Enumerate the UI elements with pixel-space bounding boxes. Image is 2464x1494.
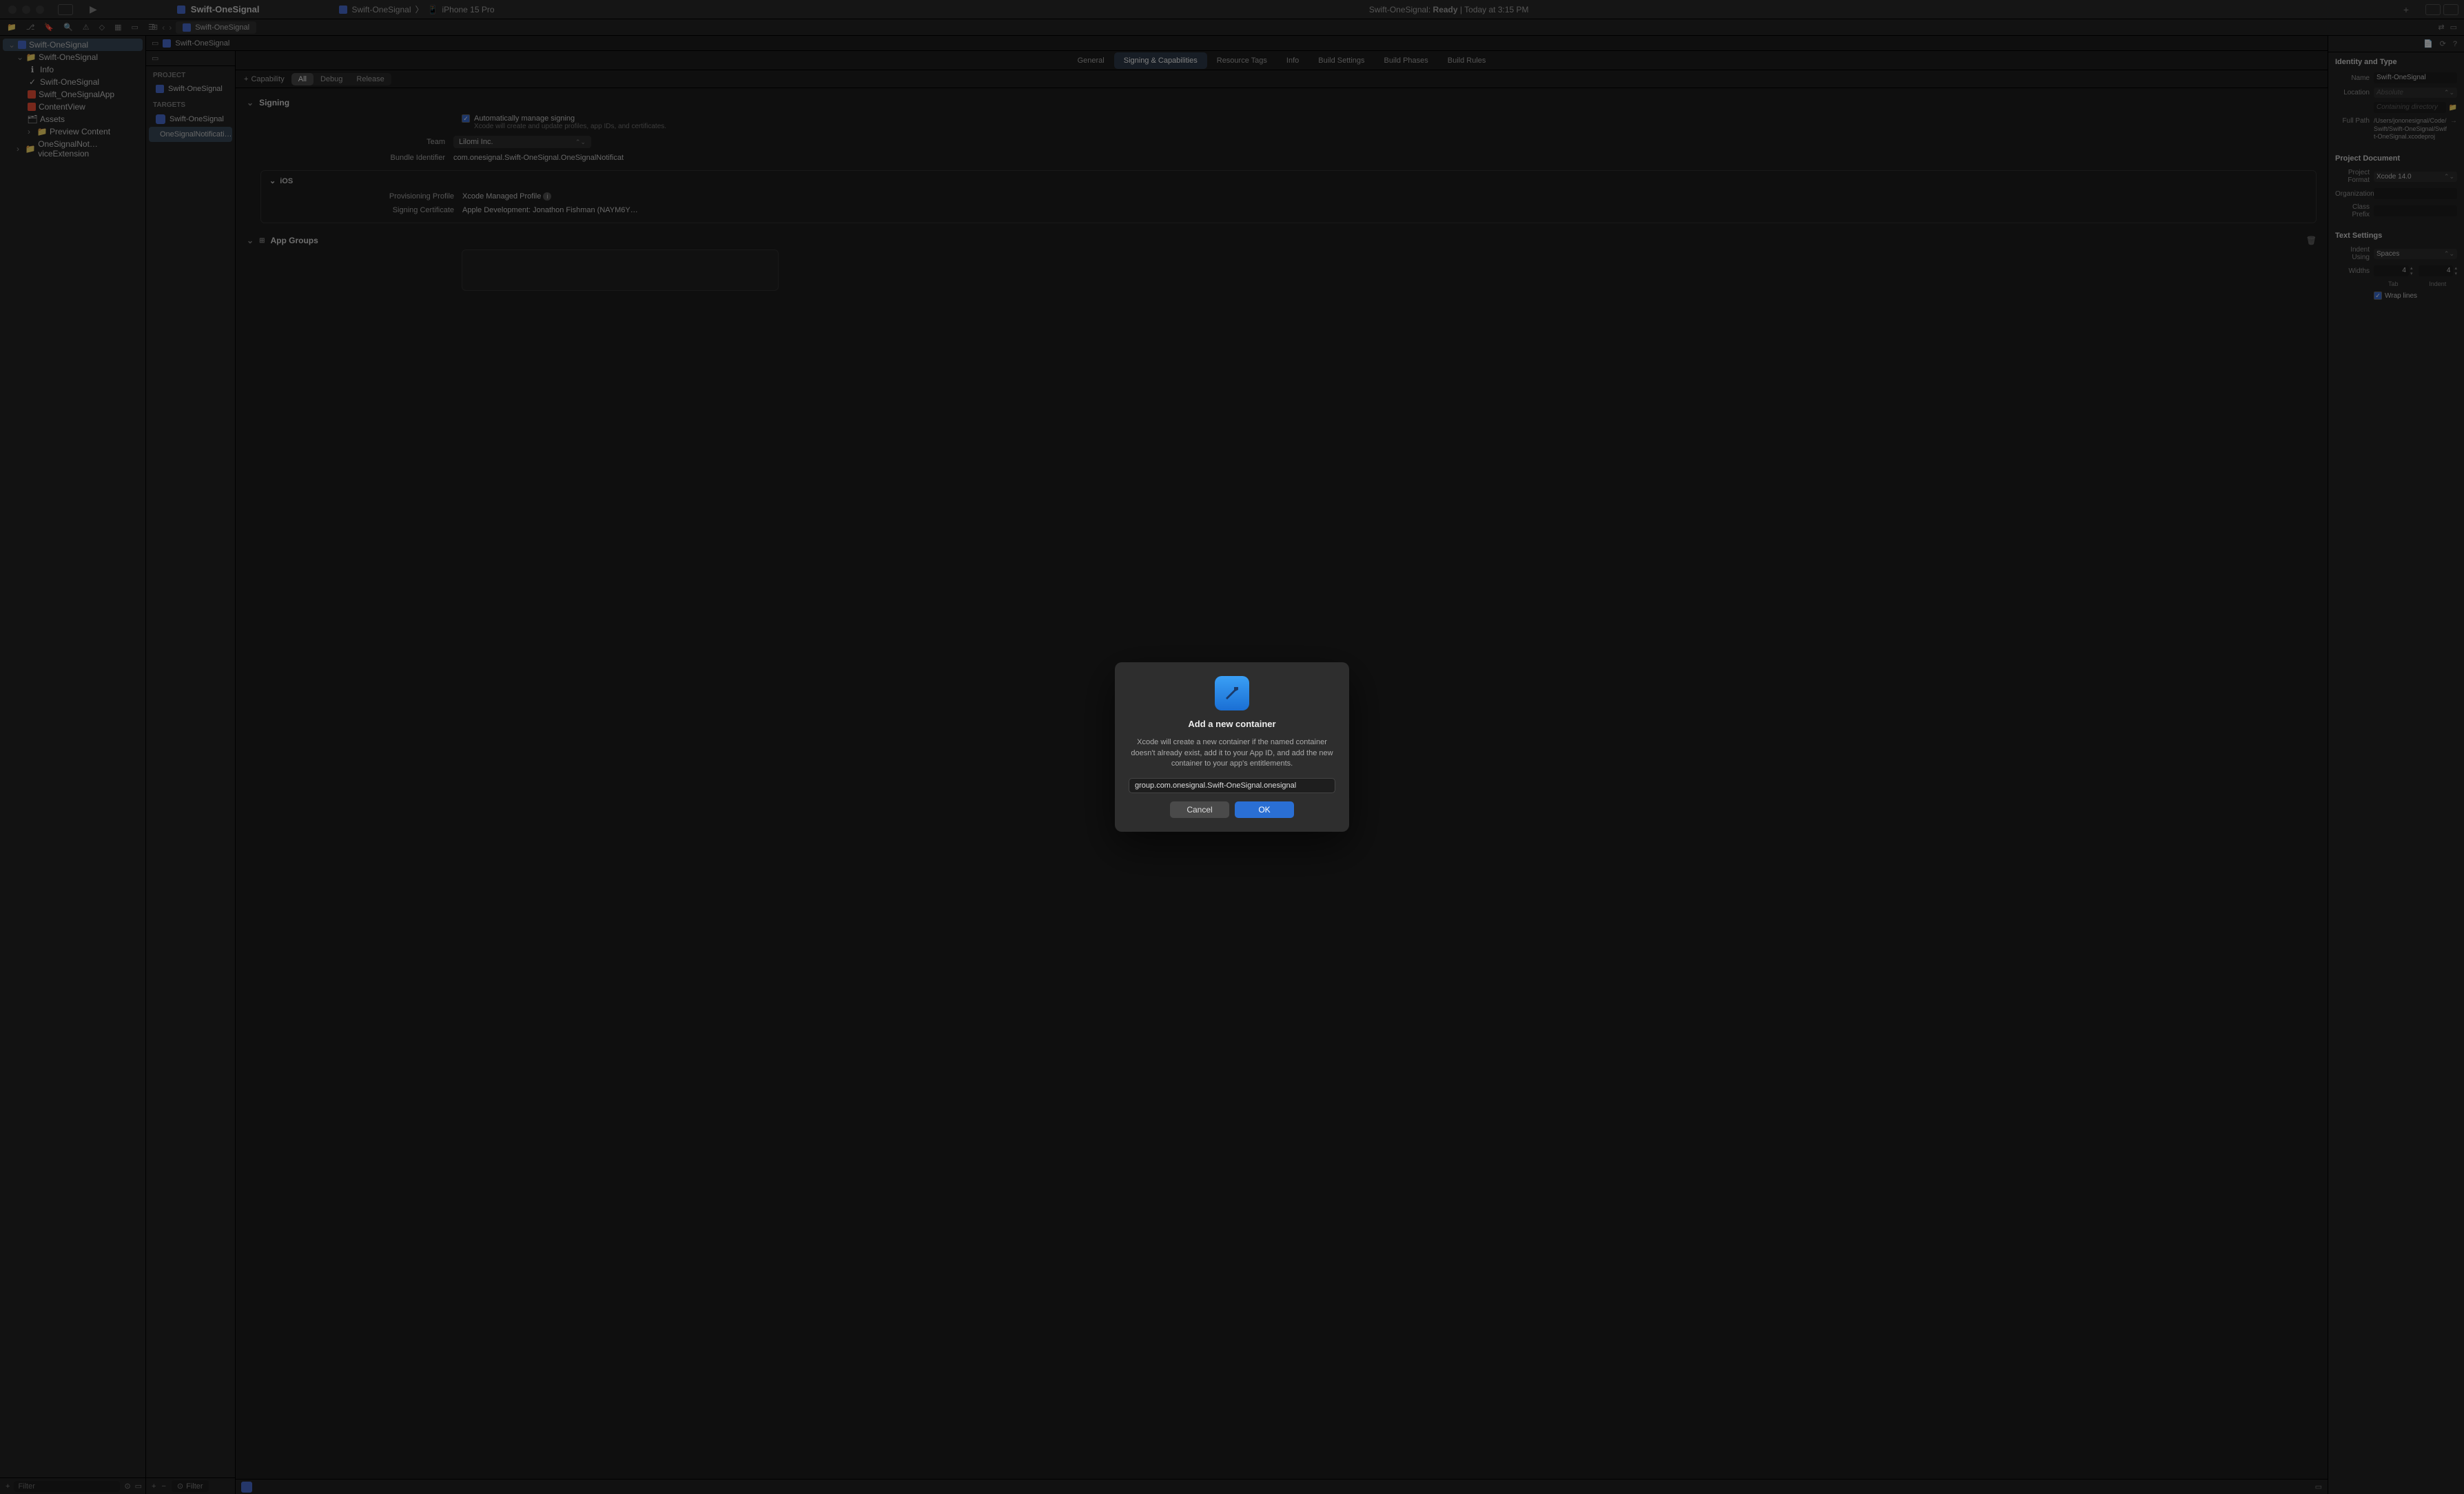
container-name-input[interactable] bbox=[1129, 778, 1335, 793]
ok-button[interactable]: OK bbox=[1235, 801, 1294, 818]
dialog-description: Xcode will create a new container if the… bbox=[1129, 737, 1335, 769]
dialog-title: Add a new container bbox=[1188, 719, 1275, 729]
add-container-dialog: Add a new container Xcode will create a … bbox=[1115, 662, 1349, 831]
cancel-button[interactable]: Cancel bbox=[1170, 801, 1229, 818]
modal-overlay: Add a new container Xcode will create a … bbox=[0, 0, 2464, 1494]
xcode-app-icon bbox=[1215, 676, 1249, 710]
